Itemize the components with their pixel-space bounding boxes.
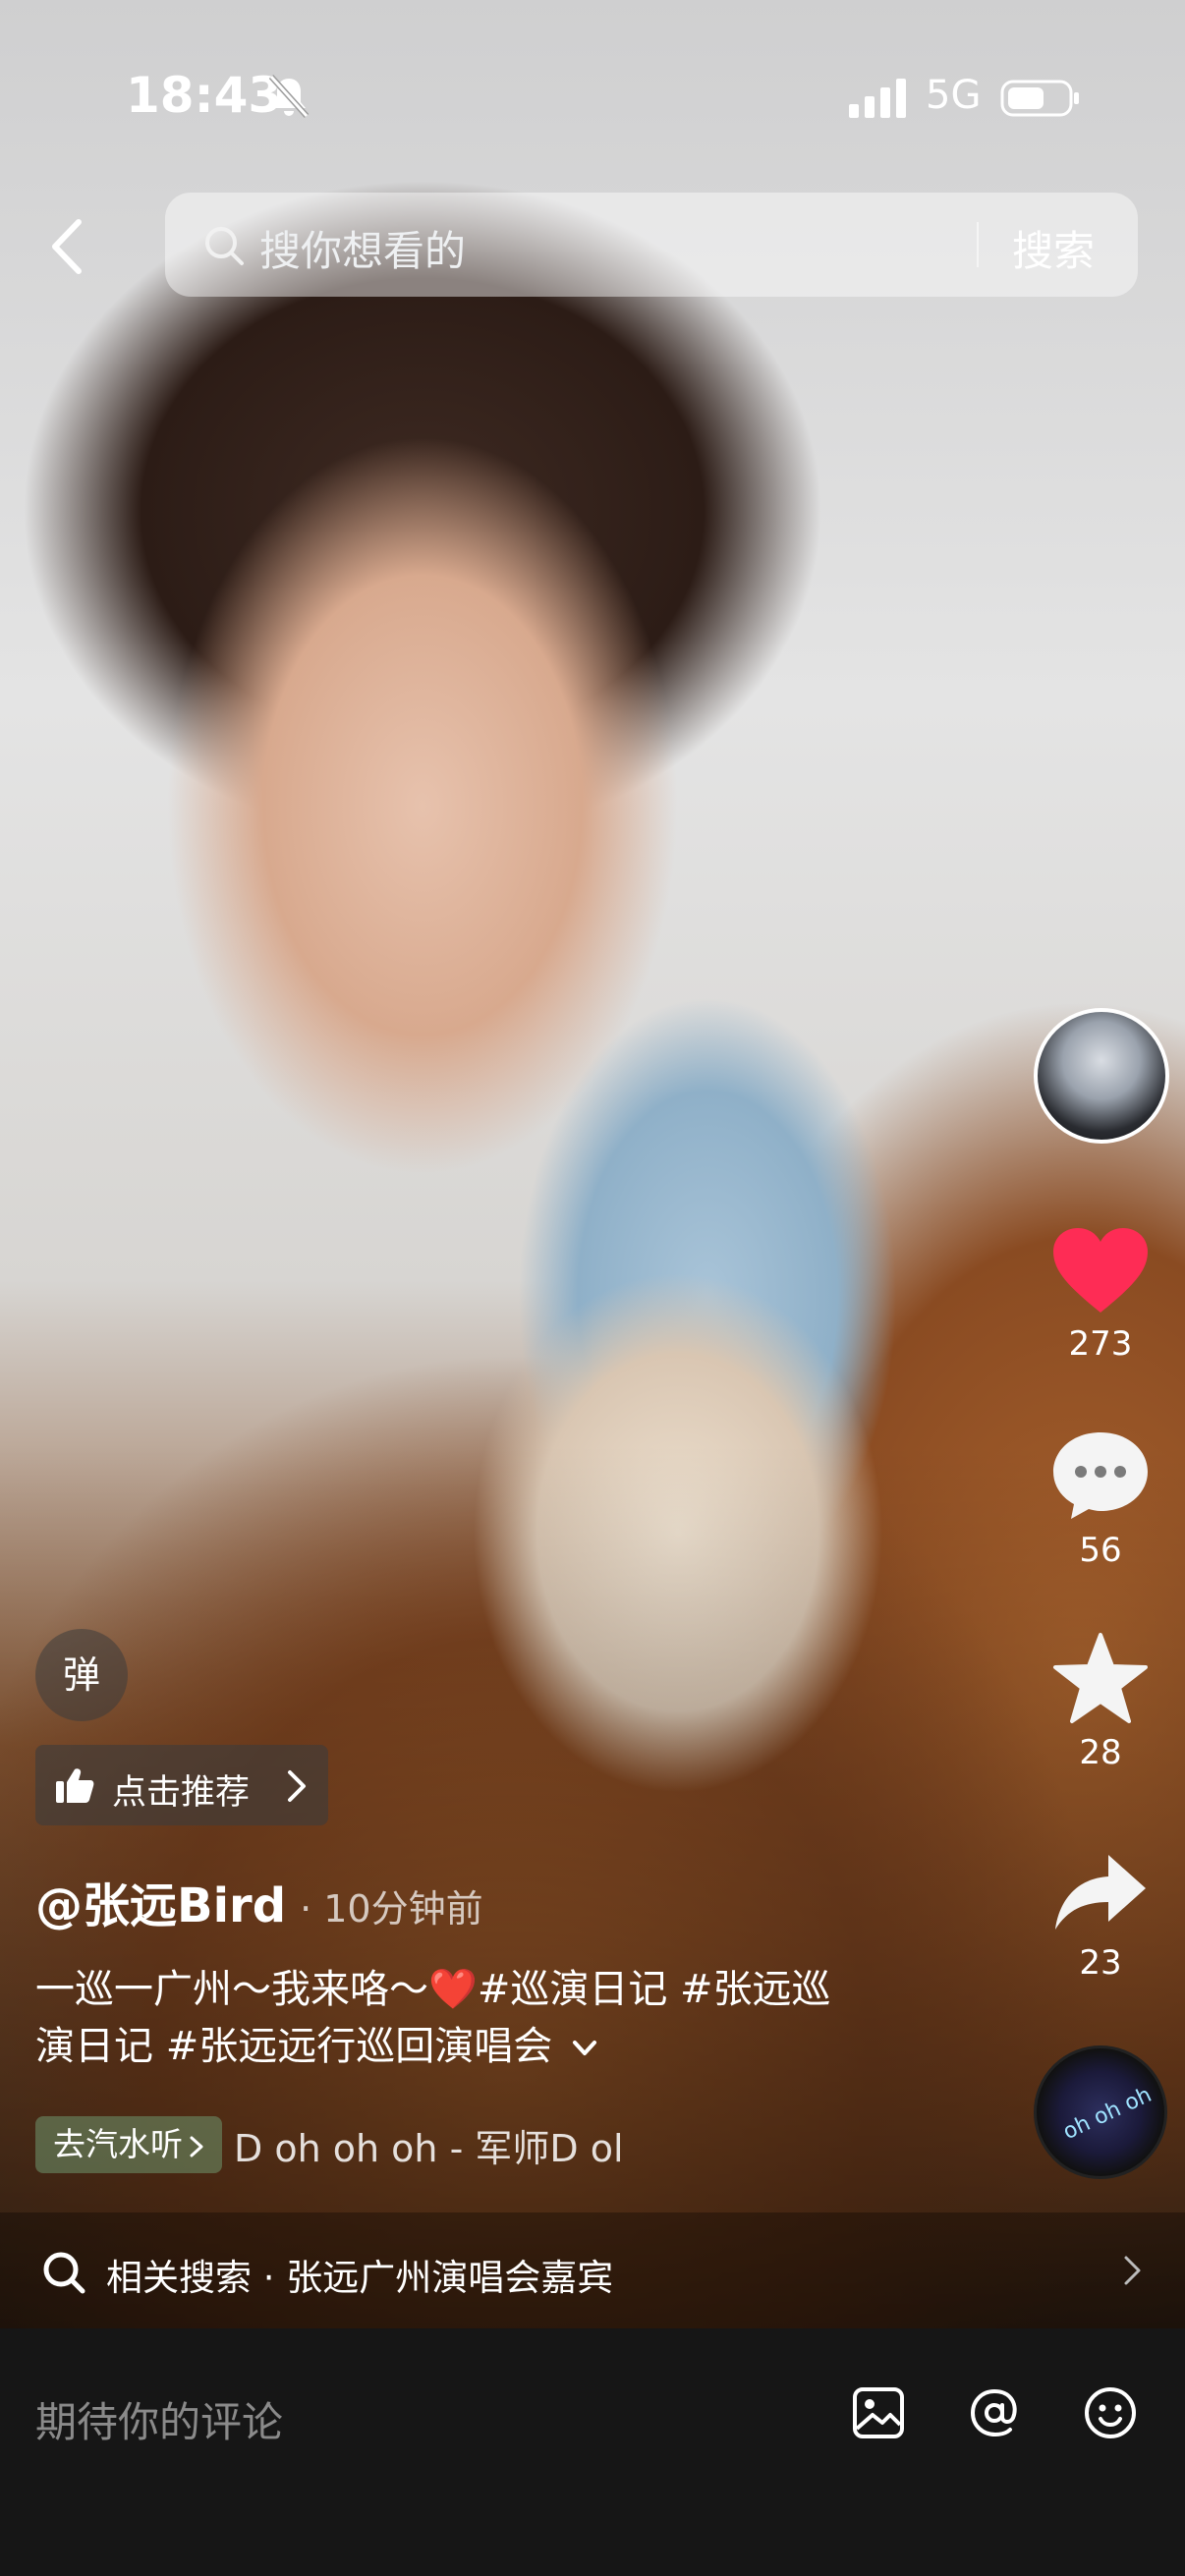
favorite-count: 28 [1079,1733,1122,1772]
thumbs-up-icon [56,1768,94,1803]
signal-bars-icon [849,79,906,118]
chevron-left-icon[interactable] [43,212,92,281]
author-line: @张远Bird · 10分钟前 [35,1867,483,1935]
comment-input[interactable]: 期待你的评论 [35,2389,283,2449]
comment-bubble-icon [1053,1432,1148,1519]
image-icon[interactable] [849,2383,908,2442]
soda-label: 去汽水听 [53,2125,183,2163]
like-button[interactable]: 273 [1022,1226,1179,1364]
share-count: 23 [1079,1943,1122,1983]
bell-slash-icon [268,74,310,119]
recommend-label: 点击推荐 [112,1773,251,1813]
at-icon[interactable] [965,2383,1024,2442]
caption-text: 一巡一广州～我来咯～ [35,1967,428,2012]
music-disc[interactable]: oh oh oh [1034,2045,1167,2179]
share-arrow-icon [1055,1855,1146,1930]
comment-button[interactable]: 56 [1022,1428,1179,1570]
search-divider [977,222,979,267]
music-row: 去汽水听 D oh oh oh - 军师D ol [35,2116,784,2175]
star-icon [1053,1633,1148,1723]
share-button[interactable]: 23 [1022,1849,1179,1983]
music-title[interactable]: D oh oh oh - 军师D ol [234,2118,784,2172]
author-name[interactable]: @张远Bird [35,1878,286,1933]
danmaku-toggle-button[interactable]: 弹 [35,1629,128,1721]
recommend-button[interactable]: 点击推荐 [35,1745,328,1825]
search-input[interactable]: 搜你想看的 搜索 [165,193,1138,297]
caption-hashtags-2[interactable]: 演日记 #张远远行巡回演唱会 [35,2024,552,2069]
comment-bar: 期待你的评论 [0,2328,1185,2576]
chevron-right-icon [190,2136,203,2156]
comment-count: 56 [1079,1531,1122,1570]
search-icon [43,2252,85,2294]
search-placeholder: 搜你想看的 [259,227,467,275]
chevron-down-icon[interactable] [571,2039,598,2058]
related-search-text: 相关搜索 · 张远广州演唱会嘉宾 [106,2257,614,2299]
status-time: 18:43 [126,67,283,124]
like-count: 273 [1068,1324,1133,1364]
soda-listen-button[interactable]: 去汽水听 [35,2116,222,2173]
search-button[interactable]: 搜索 [1012,218,1095,278]
post-time: · 10分钟前 [300,1887,483,1931]
favorite-button[interactable]: 28 [1022,1631,1179,1772]
author-avatar[interactable] [1034,1008,1169,1144]
chevron-right-icon [1124,2256,1141,2285]
search-icon [205,227,244,265]
video-caption[interactable]: 一巡一广州～我来咯～❤️#巡演日记 #张远巡 演日记 #张远远行巡回演唱会 [35,1961,920,2075]
caption-heart: ❤️ [428,1967,478,2012]
battery-icon [1000,80,1079,117]
related-search-bar[interactable]: 相关搜索 · 张远广州演唱会嘉宾 [0,2212,1185,2328]
network-type: 5G [926,73,982,118]
caption-hashtags[interactable]: #巡演日记 #张远巡 [478,1967,831,2012]
emoji-icon[interactable] [1081,2383,1140,2442]
heart-icon [1053,1228,1148,1313]
chevron-right-icon [288,1770,306,1802]
status-bar: 18:43 5G [0,0,1185,187]
disc-label: oh oh oh [1059,2082,1156,2146]
